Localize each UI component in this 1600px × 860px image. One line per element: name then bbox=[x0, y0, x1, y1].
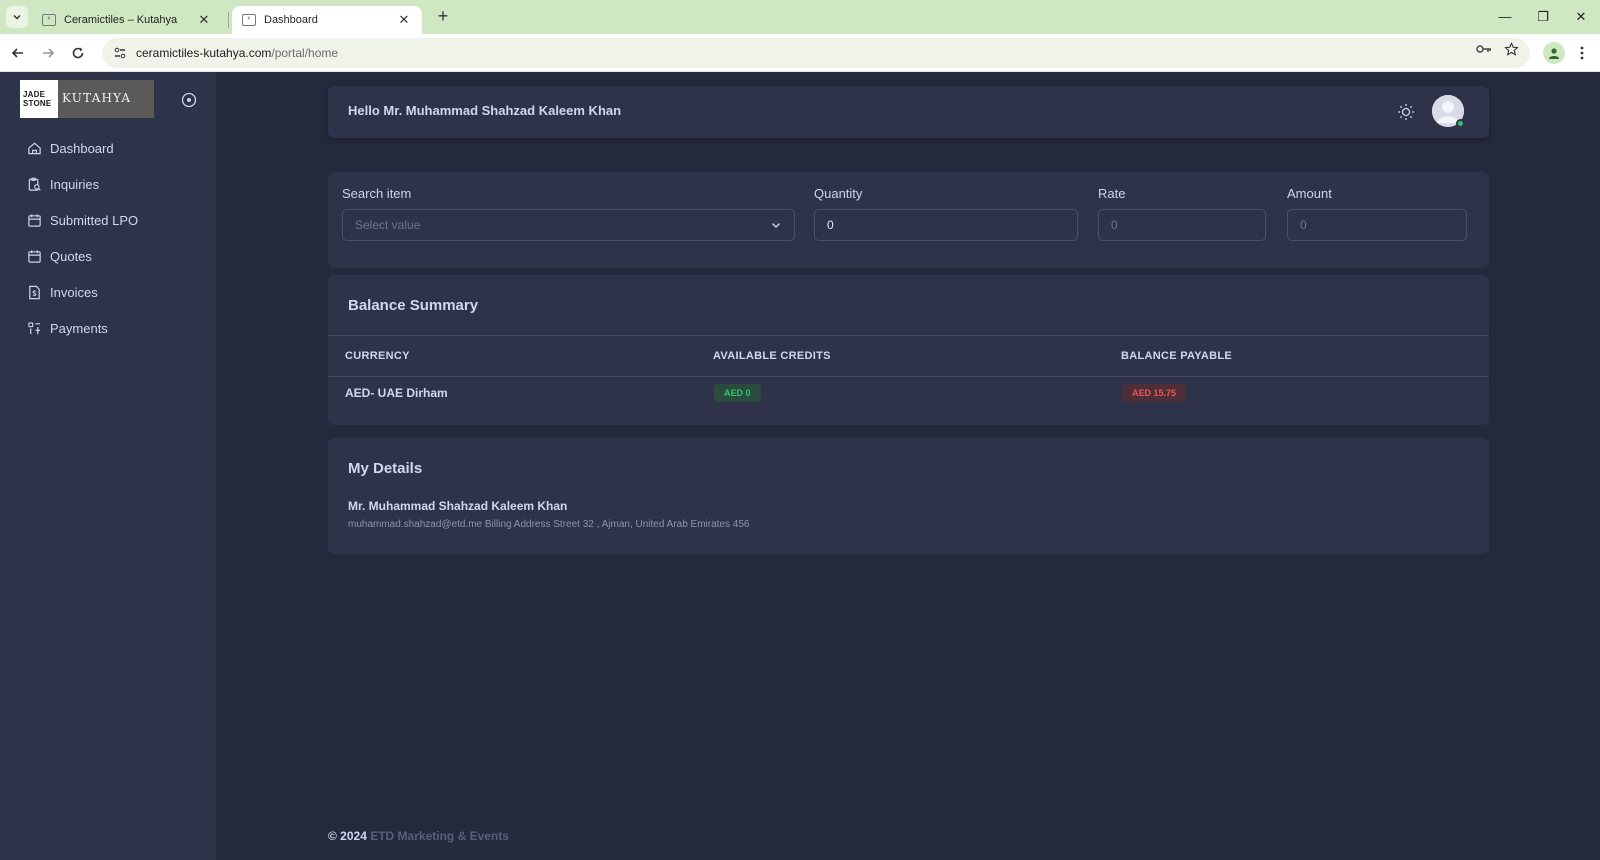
payments-icon bbox=[26, 320, 42, 336]
person-icon bbox=[1549, 48, 1559, 59]
home-icon bbox=[26, 140, 42, 156]
chevron-down-icon bbox=[772, 223, 780, 228]
forward-button[interactable] bbox=[37, 42, 59, 64]
close-icon[interactable]: ✕ bbox=[396, 12, 412, 28]
search-item-label: Search item bbox=[342, 186, 412, 201]
jade-stone-logo: JADE STONE bbox=[20, 80, 58, 118]
avatar[interactable] bbox=[1432, 95, 1465, 128]
amount-label: Amount bbox=[1287, 186, 1332, 201]
column-header-available-credits: AVAILABLE CREDITS bbox=[713, 350, 831, 362]
tab-title: Ceramictiles – Kutahya bbox=[64, 14, 178, 26]
greeting-text: Hello Mr. Muhammad Shahzad Kaleem Khan bbox=[348, 103, 622, 118]
sidebar-item-dashboard[interactable]: Dashboard bbox=[16, 130, 204, 166]
sidebar-menu: Dashboard Inquiries Submitted LPO Quotes… bbox=[16, 130, 204, 346]
customer-name: Mr. Muhammad Shahzad Kaleem Khan bbox=[348, 499, 568, 513]
currency-cell: AED- UAE Dirham bbox=[345, 386, 448, 400]
new-tab-button[interactable]: + bbox=[432, 6, 454, 28]
site-favicon-icon: ᴷ bbox=[42, 14, 56, 26]
sun-icon bbox=[1398, 104, 1414, 120]
sidebar-item-label: Invoices bbox=[50, 284, 98, 300]
back-button[interactable] bbox=[7, 42, 29, 64]
column-header-currency: CURRENCY bbox=[345, 350, 410, 362]
balance-summary-title: Balance Summary bbox=[348, 297, 479, 314]
close-window-button[interactable]: ✕ bbox=[1568, 6, 1594, 28]
profile-button[interactable] bbox=[1543, 42, 1565, 64]
tab-title: Dashboard bbox=[264, 14, 318, 26]
arrow-left-icon bbox=[11, 48, 23, 58]
minimize-button[interactable]: — bbox=[1492, 6, 1518, 28]
site-favicon-icon: ᴷ bbox=[242, 14, 256, 26]
theme-toggle-button[interactable] bbox=[1396, 102, 1416, 122]
reload-icon bbox=[72, 47, 84, 59]
quantity-value: 0 bbox=[827, 218, 834, 232]
invoice-dollar-icon bbox=[26, 284, 42, 300]
column-header-balance-payable: BALANCE PAYABLE bbox=[1121, 350, 1233, 362]
balance-payable-badge: AED 15.75 bbox=[1122, 384, 1187, 402]
footer: © 2024 ETD Marketing & Events bbox=[328, 829, 509, 843]
sidebar-item-invoices[interactable]: Invoices bbox=[16, 274, 204, 310]
browser-menu-button[interactable] bbox=[1574, 42, 1590, 64]
sidebar-item-label: Payments bbox=[50, 320, 108, 336]
amount-placeholder: 0 bbox=[1300, 218, 1307, 232]
copyright-text: © 2024 bbox=[328, 829, 367, 843]
quantity-input[interactable]: 0 bbox=[814, 209, 1078, 241]
quantity-label: Quantity bbox=[814, 186, 863, 201]
arrow-right-icon bbox=[43, 48, 55, 58]
reload-button[interactable] bbox=[67, 42, 89, 64]
sidebar-item-label: Submitted LPO bbox=[50, 212, 139, 228]
footer-brand-link[interactable]: ETD Marketing & Events bbox=[370, 829, 509, 843]
tab-search-button[interactable] bbox=[6, 6, 28, 28]
brand-logo[interactable]: JADE STONE KUTAHYA bbox=[20, 80, 154, 118]
password-key-icon[interactable] bbox=[1474, 39, 1494, 59]
rate-label: Rate bbox=[1098, 186, 1126, 201]
balance-summary-card: Balance Summary CURRENCY AVAILABLE CREDI… bbox=[328, 275, 1489, 425]
browser-toolbar: ceramictiles-kutahya.com/portal/home bbox=[0, 34, 1600, 72]
sidebar-item-inquiries[interactable]: Inquiries bbox=[16, 166, 204, 202]
sidebar-item-submitted-lpo[interactable]: Submitted LPO bbox=[16, 202, 204, 238]
online-status-dot bbox=[1456, 119, 1465, 128]
url-text: ceramictiles-kutahya.com/portal/home bbox=[136, 46, 339, 60]
available-credits-badge: AED 0 bbox=[714, 384, 761, 402]
sidebar-item-payments[interactable]: Payments bbox=[16, 310, 204, 346]
site-info-icon[interactable] bbox=[110, 43, 130, 63]
rate-input[interactable]: 0 bbox=[1098, 209, 1266, 241]
tab-separator bbox=[228, 12, 229, 28]
close-icon[interactable]: ✕ bbox=[196, 12, 212, 28]
sidebar: JADE STONE KUTAHYA Dashboard Inquiries S… bbox=[0, 72, 216, 860]
customer-contact-address: muhammad.shahzad@etd.me Billing Address … bbox=[348, 519, 750, 530]
calendar-icon bbox=[26, 248, 42, 264]
my-details-card: My Details Mr. Muhammad Shahzad Kaleem K… bbox=[328, 438, 1489, 554]
radio-circle-icon bbox=[181, 92, 197, 108]
browser-tab-bar: ᴷ Ceramictiles – Kutahya ✕ ᴷ Dashboard ✕… bbox=[0, 0, 1600, 34]
sidebar-item-quotes[interactable]: Quotes bbox=[16, 238, 204, 274]
select-placeholder: Select value bbox=[355, 218, 421, 232]
sidebar-item-label: Inquiries bbox=[50, 176, 100, 192]
sidebar-item-label: Quotes bbox=[50, 248, 92, 264]
browser-tab-ceramictiles[interactable]: ᴷ Ceramictiles – Kutahya ✕ bbox=[32, 6, 222, 34]
kebab-menu-icon bbox=[1580, 46, 1584, 60]
calendar-icon bbox=[26, 212, 42, 228]
balance-table-header: CURRENCY AVAILABLE CREDITS BALANCE PAYAB… bbox=[328, 335, 1489, 377]
sidebar-item-label: Dashboard bbox=[50, 140, 114, 156]
item-search-card: Search item Select value Quantity 0 Rate… bbox=[328, 172, 1489, 268]
rate-placeholder: 0 bbox=[1111, 218, 1118, 232]
chevron-down-icon bbox=[13, 14, 21, 20]
address-bar[interactable]: ceramictiles-kutahya.com/portal/home bbox=[102, 38, 1530, 68]
amount-input[interactable]: 0 bbox=[1287, 209, 1467, 241]
top-navbar: Hello Mr. Muhammad Shahzad Kaleem Khan bbox=[328, 86, 1489, 138]
browser-tab-dashboard[interactable]: ᴷ Dashboard ✕ bbox=[232, 6, 422, 34]
clipboard-search-icon bbox=[26, 176, 42, 192]
my-details-title: My Details bbox=[348, 460, 423, 477]
search-item-select[interactable]: Select value bbox=[342, 209, 795, 241]
kutahya-logo: KUTAHYA bbox=[58, 80, 154, 118]
sidebar-collapse-button[interactable] bbox=[180, 91, 198, 109]
bookmark-star-icon[interactable] bbox=[1501, 39, 1521, 59]
restore-button[interactable]: ❐ bbox=[1530, 6, 1556, 28]
